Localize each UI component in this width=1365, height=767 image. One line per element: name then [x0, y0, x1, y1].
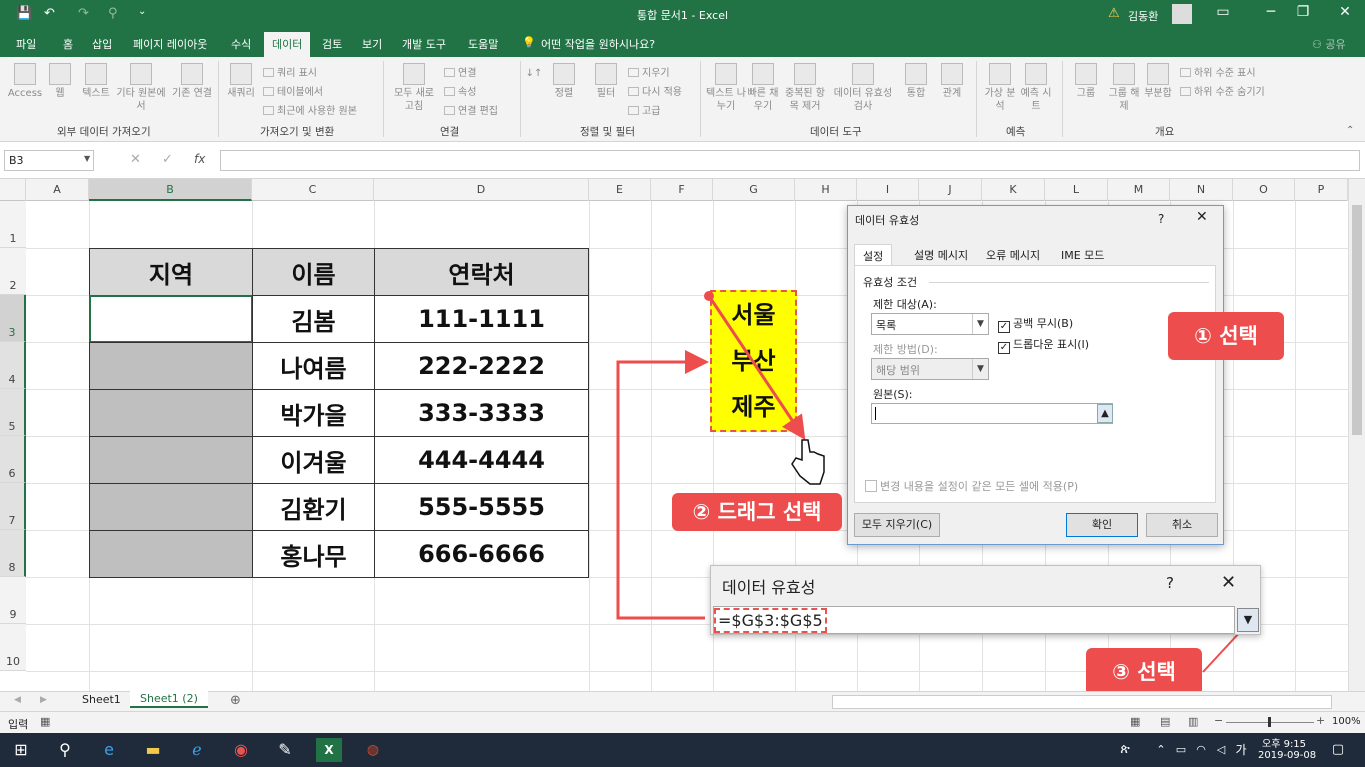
help-icon[interactable]: ? [1158, 212, 1164, 226]
chevron-down-icon: ▼ [972, 314, 988, 334]
allow-select[interactable]: 목록 ▼ [871, 313, 989, 335]
close-icon[interactable]: ✕ [1221, 572, 1236, 593]
callout-step-two: ② 드래그 선택 [672, 493, 842, 531]
zoom-out-icon[interactable]: − [1214, 714, 1223, 727]
add-sheet-icon[interactable]: ⊕ [230, 693, 241, 708]
allow-label: 제한 대상(A): [873, 298, 937, 311]
checkbox-unchecked-icon [865, 480, 877, 492]
criteria-heading: 유효성 조건 [863, 276, 918, 289]
tab-input-message[interactable]: 설명 메시지 [906, 244, 976, 266]
internet-explorer-icon[interactable]: ℯ [184, 738, 210, 762]
paint-icon[interactable]: ✎ [272, 738, 298, 762]
ok-button[interactable]: 확인 [1066, 513, 1138, 537]
tab-ime-mode[interactable]: IME 모드 [1053, 244, 1112, 266]
expand-dialog-icon[interactable]: ▼ [1237, 608, 1259, 632]
vertical-scrollbar[interactable] [1348, 179, 1365, 691]
source-input[interactable] [871, 403, 1113, 424]
source-label: 원본(S): [873, 388, 913, 401]
prev-sheet-icon[interactable]: ◀ [14, 695, 21, 705]
people-icon[interactable]: ጵ [1112, 738, 1138, 762]
windows-taskbar: ⊞ ⚲ e ▬ ℯ ◉ ✎ X ◍ ጵ ⌃ ▭ ◠ ◁ 가 오후 9:15 20… [0, 733, 1365, 767]
range-reference-input[interactable]: =$G$3:$G$5 [713, 606, 1235, 634]
status-bar: 입력 ▦ ▦ ▤ ▥ − + 100% [0, 711, 1365, 733]
apply-all-checkbox[interactable]: 변경 내용을 설정이 같은 모든 셀에 적용(P) [865, 478, 1078, 494]
scroll-thumb[interactable] [1352, 205, 1362, 435]
close-icon[interactable]: ✕ [1196, 209, 1208, 225]
data-validation-dialog: 데이터 유효성 ? ✕ 설정 설명 메시지 오류 메시지 IME 모드 유효성 … [847, 205, 1224, 545]
cancel-button[interactable]: 취소 [1146, 513, 1218, 537]
tab-error-alert[interactable]: 오류 메시지 [978, 244, 1048, 266]
dialog-title: 데이터 유효성 [855, 214, 920, 227]
sheet-tab[interactable]: Sheet1 [72, 693, 132, 706]
sheet-tab-active[interactable]: Sheet1 (2) [130, 691, 208, 708]
search-icon[interactable]: ⚲ [52, 738, 78, 762]
hand-cursor-icon [791, 439, 825, 485]
data-label: 제한 방법(D): [873, 343, 938, 356]
callout-step-three: ③ 선택 [1086, 648, 1202, 696]
checkbox-checked-icon: ✓ [998, 342, 1010, 354]
range-select-icon[interactable]: ▲ [1097, 404, 1113, 423]
zoom-level[interactable]: 100% [1332, 716, 1361, 727]
callout-step-one: ① 선택 [1168, 312, 1284, 360]
divider [929, 282, 1209, 283]
drag-start-dot [704, 291, 714, 301]
mini-dialog-title: 데이터 유효성 [722, 578, 816, 597]
clear-all-button[interactable]: 모두 지우기(C) [854, 513, 940, 537]
windows-start-icon[interactable]: ⊞ [8, 738, 34, 762]
page-layout-view-icon[interactable]: ▤ [1160, 715, 1170, 728]
powerpoint-taskbar-icon[interactable]: ◍ [360, 738, 386, 762]
collapsed-validation-dialog: 데이터 유효성 ? ✕ =$G$3:$G$5 ▼ [710, 565, 1261, 635]
notifications-icon[interactable]: ▢ [1325, 738, 1351, 762]
clock-date[interactable]: 2019-09-08 [1258, 750, 1316, 761]
help-icon[interactable]: ? [1166, 574, 1174, 592]
zoom-slider-thumb[interactable] [1268, 717, 1271, 727]
macro-record-icon[interactable]: ▦ [40, 715, 50, 728]
checkbox-checked-icon: ✓ [998, 321, 1010, 333]
text-caret [875, 407, 876, 420]
ignore-blank-checkbox[interactable]: ✓ 공백 무시(B) [998, 315, 1073, 333]
ime-indicator[interactable]: 가 [1228, 738, 1254, 762]
chevron-down-icon: ▼ [972, 359, 988, 379]
drag-arrow [707, 295, 806, 440]
data-select[interactable]: 해당 범위 ▼ [871, 358, 989, 380]
in-cell-dropdown-checkbox[interactable]: ✓ 드롭다운 표시(I) [998, 336, 1089, 354]
sheet-tab-bar: ◀ ▶ Sheet1 Sheet1 (2) ⊕ [0, 691, 1365, 711]
edge-icon[interactable]: e [96, 738, 122, 762]
allow-value: 목록 [876, 319, 897, 332]
clock-time[interactable]: 오후 9:15 [1262, 735, 1306, 750]
excel-taskbar-icon[interactable]: X [316, 738, 342, 762]
settings-panel: 유효성 조건 제한 대상(A): 목록 ▼ 제한 방법(D): 해당 범위 ▼ ✓ 공… [854, 265, 1216, 503]
horizontal-scrollbar[interactable] [832, 695, 1332, 709]
normal-view-icon[interactable]: ▦ [1130, 715, 1140, 728]
chrome-icon[interactable]: ◉ [228, 738, 254, 762]
tab-settings[interactable]: 설정 [854, 244, 893, 267]
next-sheet-icon[interactable]: ▶ [40, 695, 47, 705]
connector-arrow [616, 350, 709, 620]
range-reference-value: =$G$3:$G$5 [714, 608, 827, 633]
zoom-in-icon[interactable]: + [1316, 714, 1325, 727]
file-explorer-icon[interactable]: ▬ [140, 738, 166, 762]
page-break-view-icon[interactable]: ▥ [1188, 715, 1198, 728]
status-mode: 입력 [8, 718, 29, 731]
data-value: 해당 범위 [876, 364, 920, 377]
